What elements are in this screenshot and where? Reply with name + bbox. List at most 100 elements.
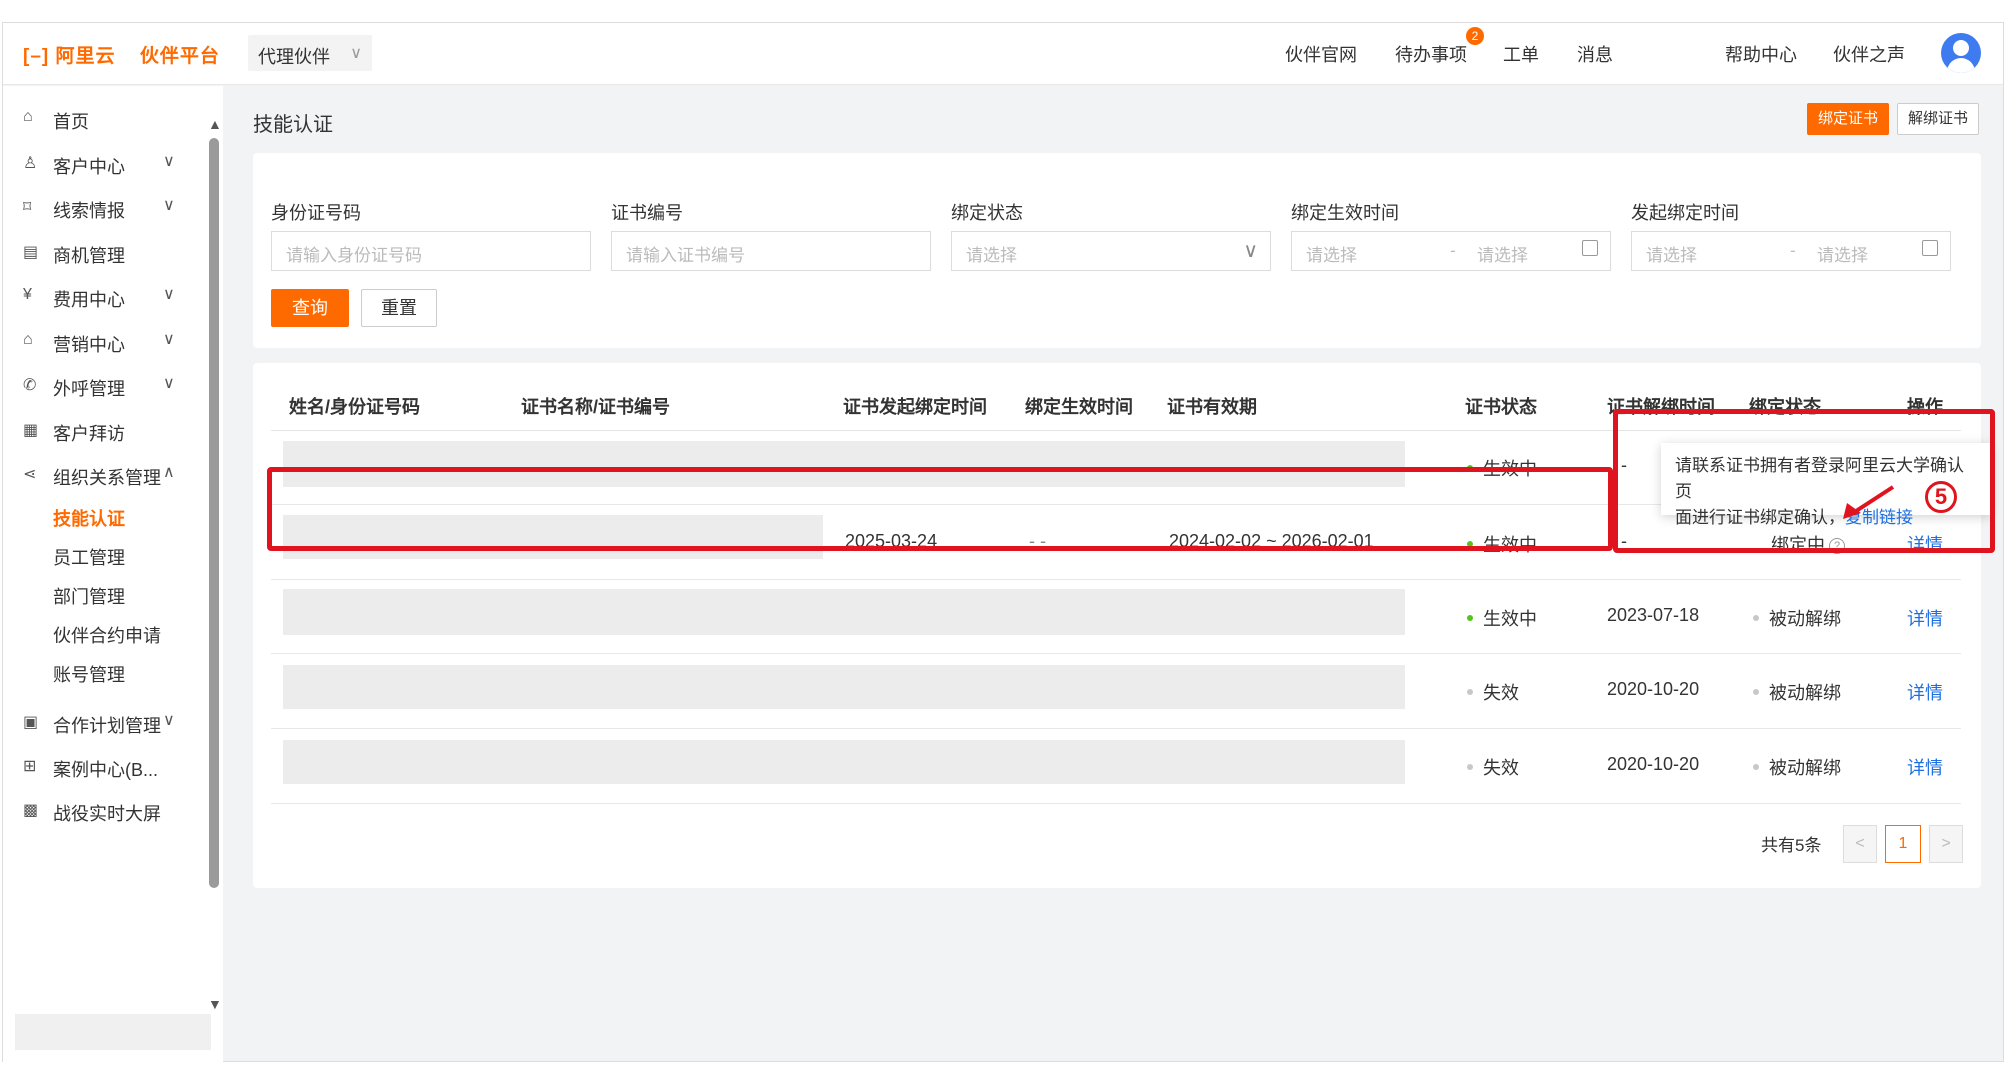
sidebar-item[interactable]: ⌂ 首页 — [3, 98, 203, 138]
bind-status-text: 被动解绑 — [1769, 609, 1841, 629]
scroll-thumb[interactable] — [209, 138, 219, 888]
sidebar-item-label: 商机管理 — [53, 245, 125, 266]
nav-partner-site[interactable]: 伙伴官网 — [1285, 41, 1357, 67]
chevron-down-icon: ∨ — [1243, 240, 1258, 262]
org-icon: ⋖ — [23, 466, 37, 483]
row-divider — [271, 803, 1961, 804]
initiate-time-label: 发起绑定时间 — [1631, 203, 1739, 223]
nav-help-center[interactable]: 帮助中心 — [1725, 41, 1797, 67]
calendar-icon — [1922, 240, 1938, 256]
sidebar-item-label: 客户拜访 — [53, 423, 125, 444]
sidebar-item[interactable]: ✆ 外呼管理 ∨ — [3, 365, 203, 405]
chevron-icon: ∨ — [163, 197, 175, 214]
customer-icon: ♙ — [23, 154, 38, 172]
sidebar-item[interactable]: ▦ 客户拜访 — [3, 410, 203, 450]
prev-page-button[interactable]: < — [1843, 825, 1877, 863]
effective-time-range-picker[interactable]: 请选择 - 请选择 — [1291, 231, 1611, 271]
sidebar-item[interactable]: ♙ 客户中心 ∨ — [3, 143, 203, 183]
bind-status-label: 绑定状态 — [951, 203, 1023, 223]
bind-status-select[interactable]: 请选择 ∨ — [951, 231, 1271, 271]
scroll-up-icon[interactable]: ▲ — [208, 116, 222, 132]
partner-type-value: 代理伙伴 — [258, 47, 330, 67]
chevron-icon: ∨ — [163, 711, 175, 729]
sidebar: ▲ ▼ ⌂ 首页 ♙ 客户中心 ∨ ⌑ 线索情报 ∨ ▤ 商机管理 ¥ 费用中心 ∨ ⌂ 营销中心 ∨ ✆ 外呼管… — [3, 86, 223, 1062]
sidebar-item-label: 合作计划管理 — [53, 715, 161, 736]
row-divider — [271, 653, 1961, 654]
step-number-badge: 5 — [1925, 481, 1957, 513]
initiate-time-range-picker[interactable]: 请选择 - 请选择 — [1631, 231, 1951, 271]
unbind-certificate-button[interactable]: 解绑证书 — [1897, 103, 1979, 135]
bind-status-text: 被动解绑 — [1769, 758, 1841, 778]
sidebar-subitem[interactable]: 伙伴合约申请 — [53, 622, 161, 648]
sidebar-item-label: 首页 — [53, 112, 89, 132]
case-icon: ⊞ — [23, 757, 37, 775]
effective-time-label: 绑定生效时间 — [1291, 203, 1399, 223]
nav-messages[interactable]: 消息 — [1577, 41, 1613, 67]
cert-number-label: 证书编号 — [611, 203, 683, 223]
sidebar-item-label: 案例中心(B... — [53, 759, 159, 780]
status-dot — [1467, 764, 1473, 771]
calendar-icon — [1582, 240, 1598, 256]
chevron-down-icon: ∨ — [350, 45, 362, 62]
chevron-icon: ∨ — [163, 330, 175, 348]
page-number-current[interactable]: 1 — [1885, 825, 1921, 863]
fee-icon: ¥ — [23, 286, 32, 303]
col-header-name-id: 姓名/身份证号码 — [289, 397, 421, 417]
sidebar-item[interactable]: ¥ 费用中心 ∨ — [3, 276, 203, 316]
sidebar-item[interactable]: ▤ 商机管理 — [3, 232, 203, 272]
detail-link[interactable]: 详情 — [1907, 605, 1943, 631]
brand-logo[interactable]: [–] 阿里云 伙伴平台 — [23, 41, 220, 68]
sidebar-subitem[interactable]: 部门管理 — [53, 583, 125, 609]
bind-status-placeholder: 请选择 — [966, 246, 1017, 265]
sidebar-item[interactable]: ⊞ 案例中心(B... — [3, 746, 203, 786]
nav-tickets[interactable]: 工单 — [1503, 41, 1539, 67]
redacted-cell — [283, 740, 1405, 784]
cert-status-cell: 失效 — [1467, 754, 1519, 780]
unbind-time-cell: 2020-10-20 — [1607, 679, 1700, 699]
sidebar-item[interactable]: ⌑ 线索情报 ∨ — [3, 187, 203, 227]
redacted-cell — [283, 665, 1405, 709]
plan-icon: ▣ — [23, 713, 39, 731]
next-page-button[interactable]: > — [1929, 825, 1963, 863]
sidebar-item-label: 线索情报 — [53, 201, 125, 221]
sidebar-item-label: 战役实时大屏 — [53, 803, 161, 824]
bind-certificate-button[interactable]: 绑定证书 — [1807, 103, 1889, 135]
col-header-initiate-time: 证书发起绑定时间 — [843, 397, 987, 417]
initiate-start-placeholder: 请选择 — [1646, 246, 1697, 265]
sidebar-subitem[interactable]: 技能认证 — [53, 505, 125, 531]
sidebar-item-label: 外呼管理 — [53, 379, 125, 399]
sidebar-item[interactable]: ⌂ 营销中心 ∨ — [3, 321, 203, 361]
sidebar-item[interactable]: ▩ 战役实时大屏 — [3, 790, 203, 830]
reset-button[interactable]: 重置 — [361, 289, 437, 327]
cert-number-input[interactable]: 请输入证书编号 — [611, 231, 931, 271]
user-avatar[interactable] — [1941, 33, 1981, 73]
id-number-input[interactable]: 请输入身份证号码 — [271, 231, 591, 271]
sidebar-item[interactable]: ▣ 合作计划管理 ∨ — [3, 702, 203, 742]
avatar-head-icon — [1953, 40, 1969, 56]
status-dot — [1753, 689, 1759, 696]
query-button[interactable]: 查询 — [271, 289, 349, 327]
initiate-end-placeholder: 请选择 — [1817, 246, 1868, 265]
effective-end-placeholder: 请选择 — [1477, 246, 1528, 265]
sidebar-item-label: 组织关系管理 — [53, 468, 161, 488]
detail-link[interactable]: 详情 — [1907, 754, 1943, 780]
cert-status-text: 生效中 — [1483, 609, 1537, 629]
nav-partner-voice[interactable]: 伙伴之声 — [1833, 41, 1905, 67]
marketing-icon: ⌂ — [23, 330, 33, 348]
scroll-down-icon[interactable]: ▼ — [208, 996, 222, 1012]
chevron-icon: ∨ — [163, 152, 175, 170]
sidebar-item[interactable]: ⋖ 组织关系管理 ∧ — [3, 454, 203, 494]
platform-text: 伙伴平台 — [139, 46, 220, 67]
row-divider — [271, 579, 1961, 580]
unbind-time-cell: 2020-10-20 — [1607, 754, 1700, 774]
nav-todo[interactable]: 待办事项 — [1395, 41, 1467, 67]
partner-type-select[interactable]: 代理伙伴 ∨ — [248, 35, 372, 71]
detail-link[interactable]: 详情 — [1907, 679, 1943, 705]
sidebar-scrollbar[interactable]: ▲ ▼ — [208, 116, 222, 1016]
col-header-validity: 证书有效期 — [1167, 397, 1257, 417]
sidebar-subitem[interactable]: 员工管理 — [53, 544, 125, 570]
sidebar-subitem[interactable]: 账号管理 — [53, 661, 125, 687]
range-separator: - — [1450, 241, 1456, 260]
chevron-icon: ∨ — [163, 286, 175, 303]
pagination-total: 共有5条 — [1761, 836, 1822, 855]
